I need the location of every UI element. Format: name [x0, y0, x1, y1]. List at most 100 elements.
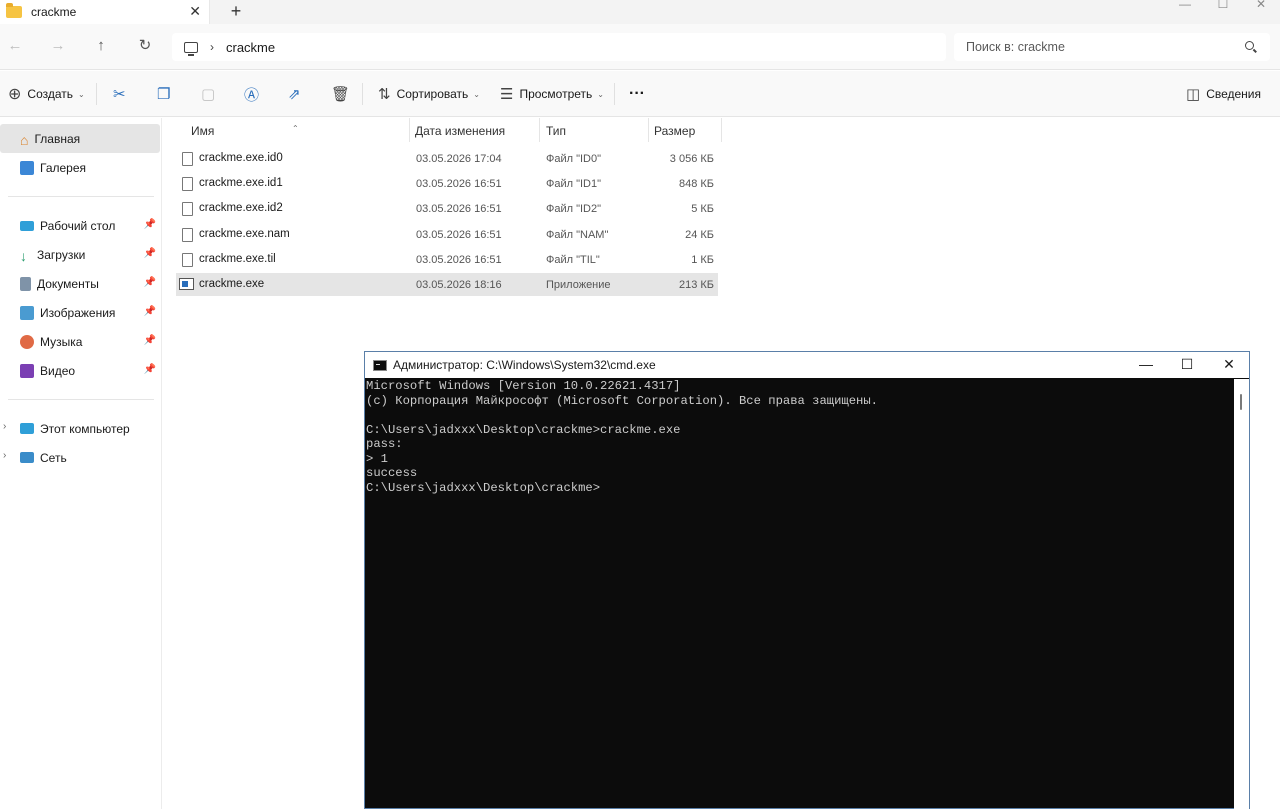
forward-arrow-icon[interactable]: →: [48, 36, 68, 56]
details-pane-icon: ◫: [1186, 86, 1201, 103]
file-row-selected[interactable]: crackme.exe 03.05.2026 18:16 Приложение …: [176, 273, 718, 296]
desktop-icon: [20, 220, 34, 231]
cmd-titlebar[interactable]: Администратор: C:\Windows\System32\cmd.e…: [365, 352, 1249, 378]
music-icon: [20, 334, 34, 349]
column-size[interactable]: Размер: [654, 124, 695, 138]
trash-icon: 🗑: [331, 86, 351, 103]
file-icon: [182, 202, 193, 216]
chevron-right-icon[interactable]: ›: [3, 450, 6, 461]
toolbar-divider: [362, 83, 363, 105]
refresh-icon[interactable]: ↻: [135, 36, 155, 56]
column-divider[interactable]: [539, 118, 540, 142]
copy-button[interactable]: ❐: [157, 71, 176, 117]
chevron-down-icon: ⌄: [78, 89, 85, 99]
close-window-button[interactable]: ✕: [1242, 0, 1280, 20]
maximize-button[interactable]: ☐: [1204, 0, 1242, 20]
console-output[interactable]: Microsoft Windows [Version 10.0.22621.43…: [366, 379, 1234, 809]
window-controls: — ☐ ✕: [1166, 0, 1280, 20]
back-arrow-icon[interactable]: ←: [5, 36, 25, 56]
pin-icon[interactable]: 📌: [144, 277, 156, 288]
copy-icon: ❐: [157, 86, 171, 103]
column-divider[interactable]: [409, 118, 410, 142]
rename-button[interactable]: Ⓐ: [244, 71, 265, 117]
chevron-down-icon: ⌄: [473, 89, 480, 99]
view-button[interactable]: ☰ Просмотреть ⌄: [500, 71, 604, 117]
cut-button[interactable]: ✂: [113, 71, 132, 117]
sidebar-item-gallery[interactable]: Галерея: [0, 153, 160, 182]
create-button[interactable]: ⊕ Создать ⌄: [8, 71, 85, 117]
close-button[interactable]: ✕: [1208, 352, 1250, 378]
maximize-button[interactable]: ☐: [1166, 352, 1208, 378]
up-arrow-icon[interactable]: ↑: [91, 36, 111, 56]
file-row[interactable]: crackme.exe.nam 03.05.2026 16:51 Файл "N…: [176, 223, 718, 246]
breadcrumb-crackme[interactable]: crackme: [226, 40, 275, 55]
sort-button[interactable]: ⇅ Сортировать ⌄: [378, 71, 480, 117]
details-button[interactable]: ◫ Сведения: [1186, 71, 1261, 117]
file-name: crackme.exe.nam: [199, 228, 290, 240]
search-input[interactable]: Поиск в: crackme: [954, 33, 1270, 61]
column-divider[interactable]: [721, 118, 722, 142]
sidebar-item-this-pc[interactable]: › Этот компьютер: [0, 414, 160, 443]
pin-icon[interactable]: 📌: [144, 219, 156, 230]
file-date: 03.05.2026 16:51: [416, 254, 502, 266]
column-type[interactable]: Тип: [546, 124, 566, 138]
search-icon[interactable]: [1245, 41, 1254, 50]
chevron-right-icon[interactable]: ›: [3, 421, 6, 432]
more-options-button[interactable]: ···: [629, 71, 645, 117]
toolbar-divider: [614, 83, 615, 105]
console-line: (c) Корпорация Майкрософт (Microsoft Cor…: [366, 393, 878, 408]
cmd-window[interactable]: Администратор: C:\Windows\System32\cmd.e…: [364, 351, 1250, 809]
delete-button[interactable]: 🗑: [331, 71, 356, 117]
sidebar-item-videos[interactable]: Видео 📌: [0, 356, 160, 385]
sort-label: Сортировать: [396, 87, 469, 101]
sidebar-item-pictures[interactable]: Изображения 📌: [0, 298, 160, 327]
sidebar-item-home[interactable]: ⌂ Главная: [0, 124, 160, 153]
file-date: 03.05.2026 17:04: [416, 153, 502, 165]
sidebar-divider: [8, 399, 154, 400]
sidebar-item-music[interactable]: Музыка 📌: [0, 327, 160, 356]
file-row[interactable]: crackme.exe.id2 03.05.2026 16:51 Файл "I…: [176, 197, 718, 220]
column-name[interactable]: Имя: [191, 124, 214, 138]
sidebar-item-documents[interactable]: Документы 📌: [0, 269, 160, 298]
minimize-button[interactable]: —: [1125, 352, 1167, 378]
pin-icon[interactable]: 📌: [144, 364, 156, 375]
plus-circle-icon: ⊕: [8, 86, 22, 103]
share-button[interactable]: ⇗: [288, 71, 307, 117]
sidebar-item-label: Главная: [34, 131, 81, 146]
file-icon: [182, 253, 193, 267]
file-size: 5 КБ: [691, 203, 714, 215]
scissors-icon: ✂: [113, 86, 126, 103]
column-date[interactable]: Дата изменения: [415, 124, 505, 138]
scrollbar[interactable]: [1234, 379, 1249, 809]
sidebar-item-network[interactable]: › Сеть: [0, 443, 160, 472]
new-tab-button[interactable]: +: [228, 1, 244, 22]
sidebar-divider: [8, 196, 154, 197]
close-tab-icon[interactable]: ✕: [189, 3, 201, 20]
address-bar[interactable]: › crackme: [172, 33, 946, 61]
search-placeholder: Поиск в: crackme: [966, 40, 1065, 54]
sidebar-item-label: Рабочий стол: [40, 218, 116, 233]
file-row[interactable]: crackme.exe.id0 03.05.2026 17:04 Файл "I…: [176, 147, 718, 170]
column-divider[interactable]: [648, 118, 649, 142]
paste-button[interactable]: ▢: [201, 71, 221, 117]
sidebar-item-label: Изображения: [40, 305, 116, 320]
pin-icon[interactable]: 📌: [144, 306, 156, 317]
minimize-button[interactable]: —: [1166, 0, 1204, 20]
file-row[interactable]: crackme.exe.id1 03.05.2026 16:51 Файл "I…: [176, 172, 718, 195]
file-name: crackme.exe.id0: [199, 152, 283, 164]
tab-title: crackme: [31, 5, 77, 19]
file-type: Файл "ID0": [546, 153, 602, 165]
sort-ascending-icon: ⌃: [292, 124, 299, 133]
pin-icon[interactable]: 📌: [144, 248, 156, 259]
download-icon: ↓: [20, 247, 27, 264]
tab-crackme[interactable]: crackme ✕: [0, 0, 210, 24]
pin-icon[interactable]: 📌: [144, 335, 156, 346]
sidebar-item-desktop[interactable]: Рабочий стол 📌: [0, 211, 160, 240]
computer-icon: [20, 423, 34, 434]
sidebar-item-downloads[interactable]: ↓ Загрузки 📌: [0, 240, 160, 269]
computer-icon: [184, 41, 198, 56]
chevron-right-icon[interactable]: ›: [210, 40, 214, 54]
file-name: crackme.exe.id2: [199, 202, 283, 214]
file-row[interactable]: crackme.exe.til 03.05.2026 16:51 Файл "T…: [176, 248, 718, 271]
